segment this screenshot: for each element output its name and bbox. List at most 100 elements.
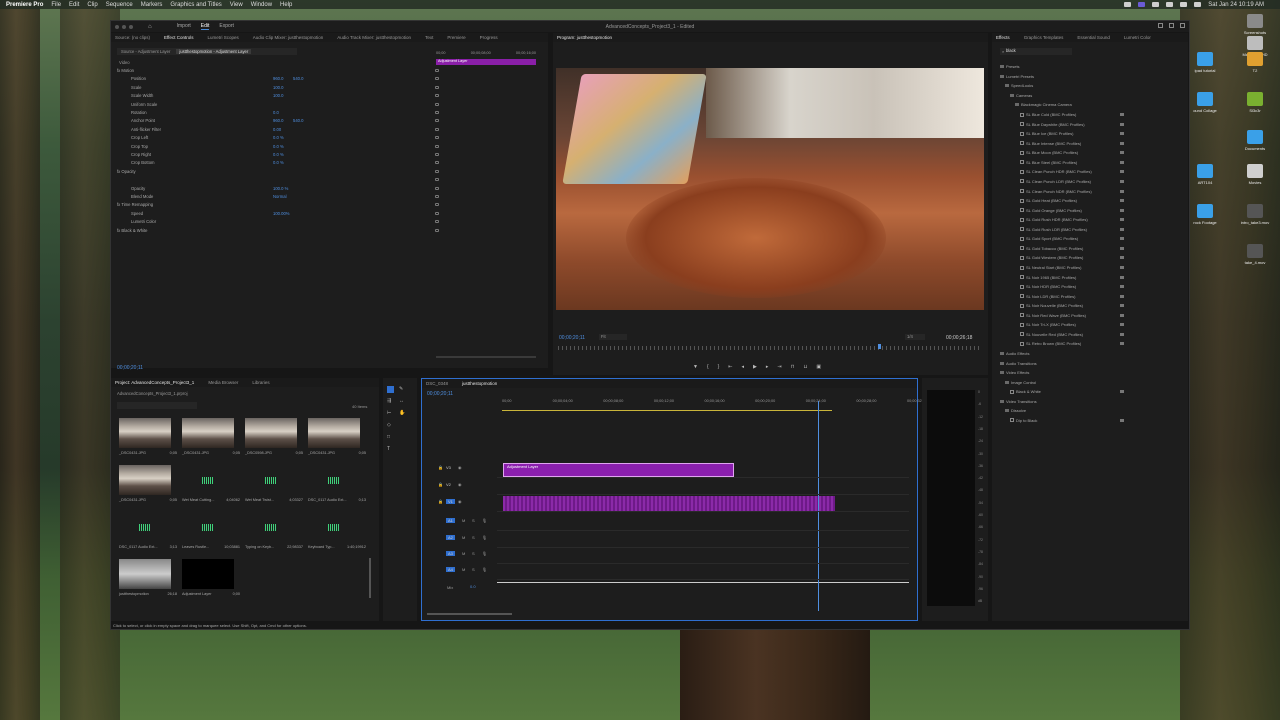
mute-track-icon[interactable]: M <box>462 535 465 540</box>
mix-track-line[interactable] <box>497 582 909 583</box>
source-tab[interactable]: Premiere <box>447 35 465 40</box>
property-value[interactable]: 0.0 % <box>273 152 284 157</box>
property-value[interactable]: 0.0 % <box>273 144 284 149</box>
effects-tree-row[interactable]: SL Noir HDR (BMC Profiles) <box>1000 282 1185 292</box>
effects-tree-row[interactable]: SL Gold Heat (BMC Profiles) <box>1000 196 1185 206</box>
reset-parameter-icon[interactable] <box>435 228 439 232</box>
menu-graphics[interactable]: Graphics and Titles <box>170 2 221 8</box>
menu-edit[interactable]: Edit <box>69 2 79 8</box>
reset-parameter-icon[interactable] <box>435 203 439 207</box>
reset-parameter-icon[interactable] <box>435 195 439 198</box>
tab-edit[interactable]: Edit <box>200 23 210 30</box>
effects-tree-row[interactable]: Dip to Black <box>1000 416 1185 426</box>
effects-tree-row[interactable]: SL Blue Cold (BMC Profiles) <box>1000 110 1185 120</box>
selection-tool-icon[interactable] <box>387 386 394 393</box>
track-label[interactable]: A3 <box>446 551 455 556</box>
video-clip-v1[interactable] <box>503 496 835 512</box>
project-item-thumbnail[interactable] <box>308 465 360 495</box>
effects-tree-row[interactable]: SL Noir Red Wave (BMC Profiles) <box>1000 311 1185 321</box>
track-label[interactable]: A4 <box>446 567 455 572</box>
hand-tool-icon[interactable]: ✋ <box>399 410 405 416</box>
voiceover-mic-icon[interactable]: 🎙 <box>482 518 487 523</box>
slip-tool-icon[interactable]: ↔ <box>399 398 404 404</box>
lock-track-icon[interactable]: 🔒 <box>438 499 443 504</box>
ec-scroll-bar[interactable] <box>436 356 536 358</box>
ec-clip-bar[interactable]: Adjustment Layer <box>436 59 536 65</box>
adjustment-layer-clip[interactable]: Adjustment Layer <box>503 463 734 477</box>
property-value[interactable]: 0.0 <box>273 110 279 115</box>
effects-tree-row[interactable]: SL Gold Orange (BMC Profiles) <box>1000 205 1185 215</box>
source-tab[interactable]: Audio Track Mixer: justthestopmotion <box>337 35 411 40</box>
control-center-icon[interactable] <box>1194 2 1202 7</box>
effects-tree-row[interactable]: SL Noir Tri-X (BMC Profiles) <box>1000 320 1185 330</box>
property-value[interactable]: 540.0 <box>293 118 303 123</box>
mute-track-icon[interactable]: M <box>462 518 465 523</box>
reset-parameter-icon[interactable] <box>435 119 439 123</box>
tab-project[interactable]: Project: AdvancedConcepts_Project3_1 <box>115 380 194 385</box>
effects-tree-row[interactable]: Video Transitions <box>1000 397 1185 407</box>
desktop-icon[interactable]: Sl3c3r <box>1230 92 1280 113</box>
property-value[interactable]: Normal <box>273 194 287 199</box>
solo-track-icon[interactable]: S <box>472 551 475 556</box>
toggle-output-icon[interactable]: ◉ <box>458 465 462 470</box>
reset-parameter-icon[interactable] <box>435 178 439 182</box>
reset-parameter-icon[interactable] <box>435 220 439 224</box>
close-window-button[interactable] <box>115 24 119 29</box>
battery-icon[interactable] <box>1152 2 1160 7</box>
effects-tree-row[interactable]: SL Noir Nouvelle (BMC Profiles) <box>1000 301 1185 311</box>
lock-track-icon[interactable]: 🔒 <box>438 482 443 487</box>
effects-tree-row[interactable]: SL Gold Western (BMC Profiles) <box>1000 253 1185 263</box>
go-to-out-icon[interactable]: ⇥ <box>777 364 781 370</box>
effects-tree-row[interactable]: SL Blue Moon (BMC Profiles) <box>1000 148 1185 158</box>
tab-program[interactable]: Program: justthestopmotion <box>557 35 612 40</box>
mix-value[interactable]: 0.0 <box>470 584 476 589</box>
tab-media-browser[interactable]: Media Browser <box>208 380 238 385</box>
menu-file[interactable]: File <box>51 2 61 8</box>
effects-tree-row[interactable]: SL Gold Tobacco (BMC Profiles) <box>1000 244 1185 254</box>
mark-in-icon[interactable]: { <box>707 364 709 370</box>
wifi-icon[interactable] <box>1166 2 1174 7</box>
effects-tree-row[interactable]: SL Clean Punch HDR (BMC Profiles) <box>1000 167 1185 177</box>
effects-tree-row[interactable]: Cameras <box>1000 91 1185 101</box>
menu-view[interactable]: View <box>230 2 243 8</box>
reset-parameter-icon[interactable] <box>435 153 439 156</box>
effects-tree-row[interactable]: SL Nouvelle Red (BMC Profiles) <box>1000 330 1185 340</box>
ripple-edit-icon[interactable]: ⊢ <box>387 410 391 416</box>
project-item-thumbnail[interactable] <box>182 559 234 589</box>
fit-dropdown[interactable]: Fit <box>599 334 627 340</box>
toggle-output-icon[interactable]: ◉ <box>458 499 462 504</box>
solo-track-icon[interactable]: S <box>472 535 475 540</box>
track-label[interactable]: A1 <box>446 518 455 523</box>
effects-tree-row[interactable]: SpeedLooks <box>1000 81 1185 91</box>
source-tab[interactable]: Progress <box>480 35 498 40</box>
reset-parameter-icon[interactable] <box>435 111 439 114</box>
razor-tool-icon[interactable]: ◇ <box>387 422 391 428</box>
effects-tree-row[interactable]: SL Gold Rush HDR (BMC Profiles) <box>1000 215 1185 225</box>
track-label[interactable]: V1 <box>446 499 455 504</box>
track-label[interactable]: V2 <box>446 482 451 487</box>
go-to-in-icon[interactable]: ⇤ <box>728 364 732 370</box>
desktop-icon[interactable]: take_4.mov <box>1230 244 1280 265</box>
search-icon[interactable] <box>1180 2 1188 7</box>
screen-record-icon[interactable] <box>1138 2 1146 7</box>
effects-tree-row[interactable]: Audio Effects <box>1000 349 1185 359</box>
property-value[interactable]: 0.00 <box>273 127 281 132</box>
project-item-thumbnail[interactable] <box>119 512 171 542</box>
reset-parameter-icon[interactable] <box>435 77 439 81</box>
menu-clip[interactable]: Clip <box>87 2 97 8</box>
voiceover-mic-icon[interactable]: 🎙 <box>482 551 487 556</box>
source-tab[interactable]: Text <box>425 35 433 40</box>
reset-parameter-icon[interactable] <box>435 161 439 165</box>
program-timecode[interactable]: 00;00;20;11 <box>559 335 585 341</box>
property-value[interactable]: 540.0 <box>293 76 303 81</box>
timeline-zoom-scroll[interactable] <box>427 613 512 615</box>
project-item-thumbnail[interactable] <box>245 465 297 495</box>
track-select-icon[interactable]: ⇶ <box>387 398 391 404</box>
rectangle-tool-icon[interactable]: □ <box>387 434 390 440</box>
effects-tree-row[interactable]: SL Clean Punch NDR (BMC Profiles) <box>1000 186 1185 196</box>
menu-window[interactable]: Window <box>251 2 272 8</box>
solo-track-icon[interactable]: S <box>472 567 475 572</box>
effects-tree-row[interactable]: SL Noir 1965 (BMC Profiles) <box>1000 272 1185 282</box>
tab-sequence-main[interactable]: justthestopmotion <box>462 381 497 386</box>
text-tool-icon[interactable]: T <box>387 446 390 452</box>
